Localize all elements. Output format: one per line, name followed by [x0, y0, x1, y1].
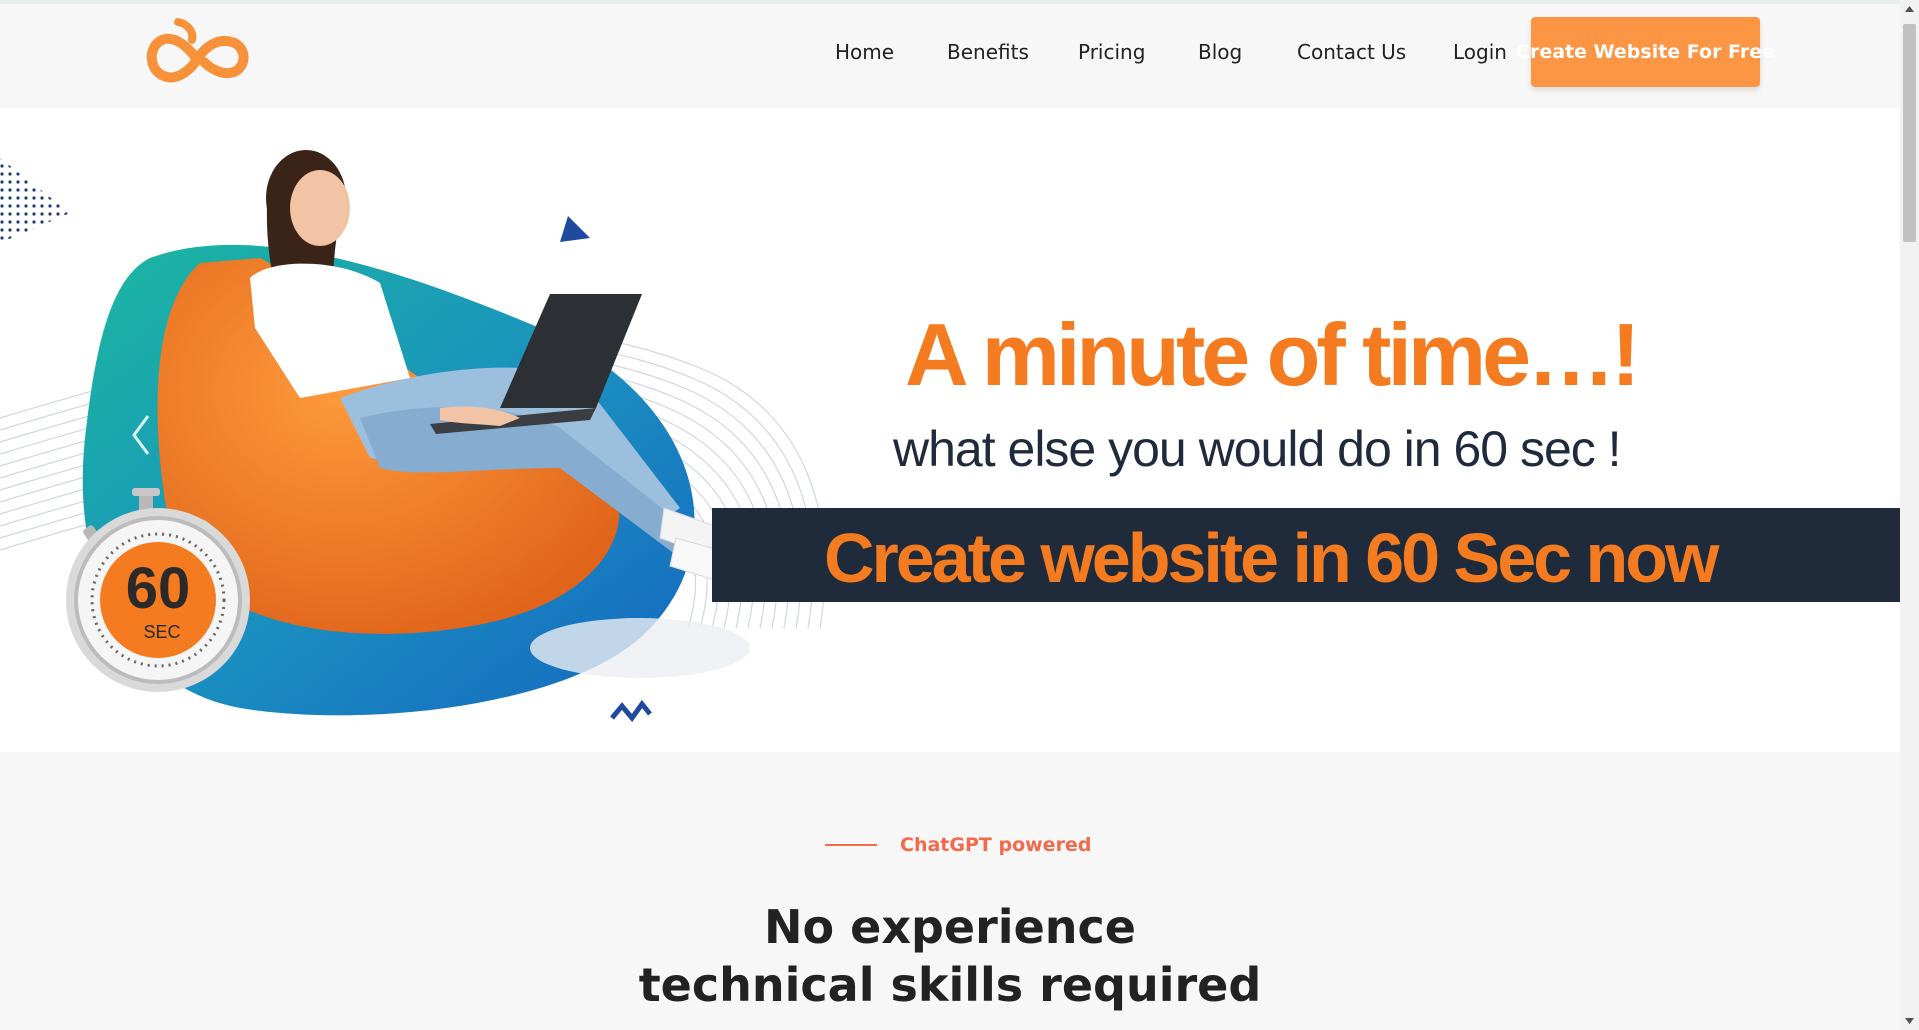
infinity-logo-icon[interactable]: [138, 18, 254, 90]
hero-slider: 60 SEC A minute of time…! what else you …: [0, 108, 1900, 752]
nav-home[interactable]: Home: [835, 40, 894, 64]
hero-subline: what else you would do in 60 sec !: [893, 421, 1622, 477]
section-title-line-2: technical skills required: [638, 958, 1262, 1012]
triangle-accent: [560, 216, 590, 242]
chevron-left-icon[interactable]: [128, 410, 156, 460]
create-website-button[interactable]: Create Website For Free: [1516, 17, 1775, 87]
features-section: ChatGPT powered No experience technical …: [0, 752, 1900, 1030]
nav-benefits[interactable]: Benefits: [947, 40, 1029, 64]
nav-blog[interactable]: Blog: [1198, 40, 1242, 64]
zigzag-accent: [610, 699, 652, 723]
site-header: Home Benefits Pricing Blog Contact Us Lo…: [0, 4, 1900, 108]
section-eyebrow: ChatGPT powered: [900, 834, 1092, 856]
section-title: No experience technical skills required: [0, 898, 1900, 1014]
eyebrow-divider: [825, 844, 877, 846]
section-title-line-1: No experience: [764, 900, 1136, 954]
stopwatch-unit: SEC: [143, 622, 180, 642]
scroll-up-arrow-icon[interactable]: [1900, 0, 1919, 18]
scroll-down-arrow-icon[interactable]: [1900, 1012, 1919, 1030]
scrollbar-thumb[interactable]: [1903, 24, 1916, 242]
page-scrollbar[interactable]: [1900, 0, 1919, 1030]
dot-pattern: [0, 158, 70, 243]
nav-pricing[interactable]: Pricing: [1078, 40, 1145, 64]
stopwatch-number: 60: [126, 556, 191, 621]
hero-headline: A minute of time…!: [905, 305, 1640, 404]
hero-banner: Create website in 60 Sec now: [712, 508, 1900, 602]
hero-banner-text: Create website in 60 Sec now: [824, 519, 1719, 597]
nav-contact-us[interactable]: Contact Us: [1297, 40, 1406, 64]
nav-login[interactable]: Login: [1453, 40, 1507, 64]
